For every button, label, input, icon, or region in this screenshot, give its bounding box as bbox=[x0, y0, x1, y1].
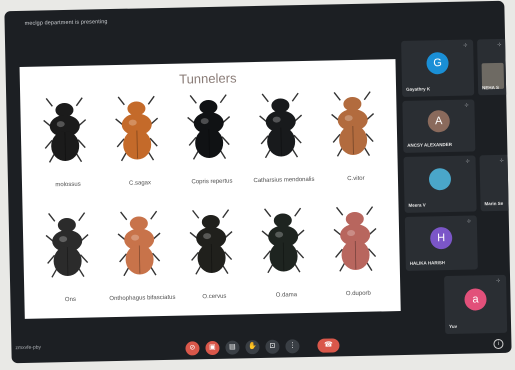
participant-avatar: a bbox=[464, 288, 487, 311]
video-call-window: meclgp department is presenting Tunneler… bbox=[4, 0, 512, 364]
top-bar: meclgp department is presenting bbox=[4, 1, 504, 37]
present-button[interactable]: ⊡ bbox=[265, 339, 280, 354]
beetle-name-label: molossus bbox=[55, 181, 81, 189]
slide-title: Tunnelers bbox=[178, 70, 237, 87]
beetle-image bbox=[333, 205, 378, 278]
beetle-name-label: C.sagax bbox=[128, 180, 152, 187]
beetle-image bbox=[258, 91, 303, 164]
beetle-name-label: C.vitor bbox=[347, 175, 365, 183]
beetle-grid: molossus C.sagax Copris repertus Catharsius… bbox=[20, 59, 396, 303]
more-options-button[interactable]: ⋮ bbox=[285, 339, 300, 354]
end-call-button[interactable]: ☎ bbox=[317, 338, 340, 353]
beetle-name-label: Catharsius mendonalis bbox=[253, 176, 315, 185]
participant-tiles: G Gayathry K ⊹ NEHA S ⊹ A ANCSY ALEXANDER ⊹ Meer… bbox=[401, 38, 511, 341]
participant-name: NEHA S bbox=[482, 84, 499, 91]
beetle-image bbox=[189, 208, 234, 281]
more-options-icon: ⋮ bbox=[288, 342, 297, 350]
pin-icon[interactable]: ⊹ bbox=[464, 103, 468, 109]
pin-icon[interactable]: ⊹ bbox=[467, 219, 471, 225]
beetle-name-label: O.duporb bbox=[345, 290, 371, 298]
beetle-image bbox=[45, 211, 90, 284]
participant-tile[interactable]: Marin Se ⊹ bbox=[479, 154, 511, 212]
beetle-name-label: Copris repertus bbox=[191, 178, 233, 186]
beetle-image bbox=[186, 93, 231, 166]
mic-off-button[interactable]: ⊘ bbox=[185, 341, 200, 356]
call-controls: ⊘ ▣ ▤ ✋ ⊡ ⋮ ☎ bbox=[11, 327, 511, 363]
meeting-code: zmxvfe-pby bbox=[15, 344, 42, 352]
camera-off-button[interactable]: ▣ bbox=[205, 340, 220, 356]
participant-tile[interactable]: H HALIKA HARISH ⊹ bbox=[404, 215, 478, 271]
beetle-image bbox=[330, 90, 375, 163]
participant-avatar: A bbox=[427, 109, 450, 133]
mic-off-icon: ⊘ bbox=[189, 344, 196, 352]
participant-tile[interactable]: G Gayathry K ⊹ bbox=[401, 39, 475, 97]
participant-tile[interactable]: NEHA S ⊹ bbox=[477, 38, 509, 96]
beetle-image bbox=[114, 94, 159, 167]
participant-avatar: H bbox=[429, 226, 453, 250]
participant-name: ANCSY ALEXANDER bbox=[407, 141, 453, 148]
participant-name: Gayathry K bbox=[406, 86, 431, 92]
pin-icon[interactable]: ⊹ bbox=[466, 159, 470, 165]
beetle-image bbox=[42, 96, 87, 169]
participant-name: Meera V bbox=[408, 202, 426, 208]
end-call-icon: ☎ bbox=[323, 341, 333, 349]
pin-icon[interactable]: ⊹ bbox=[496, 278, 500, 284]
beetle-name-label: Ons bbox=[64, 296, 76, 304]
pin-icon[interactable]: ⊹ bbox=[500, 158, 504, 164]
captions-button[interactable]: ▤ bbox=[225, 340, 240, 355]
participant-avatar bbox=[428, 167, 452, 191]
pin-icon[interactable]: ⊹ bbox=[463, 43, 467, 49]
participant-tile[interactable]: A ANCSY ALEXANDER ⊹ bbox=[402, 99, 476, 153]
participant-name: HALIKA HARISH bbox=[409, 260, 446, 266]
raise-hand-button[interactable]: ✋ bbox=[245, 340, 260, 355]
participant-avatar: G bbox=[426, 51, 449, 75]
present-icon: ⊡ bbox=[269, 342, 276, 350]
camera-off-icon: ▣ bbox=[209, 343, 216, 352]
participant-name: Marin Se bbox=[484, 200, 504, 207]
raise-hand-icon: ✋ bbox=[248, 343, 257, 351]
beetle-name-label: O.dama bbox=[275, 292, 298, 299]
shared-slide: Tunnelers molossus C.sagax Copris repertus… bbox=[19, 59, 401, 319]
beetle-image bbox=[261, 206, 306, 279]
beetle-name-label: O.cervus bbox=[202, 293, 227, 301]
participant-tile[interactable]: Meera V ⊹ bbox=[403, 155, 477, 213]
captions-icon: ▤ bbox=[229, 343, 236, 351]
participant-tile[interactable]: a Yuv ⊹ bbox=[444, 274, 508, 335]
beetle-image bbox=[117, 209, 162, 282]
pin-icon[interactable]: ⊹ bbox=[497, 42, 501, 48]
beetle-name-label: Onthophagus bifasciatus bbox=[109, 294, 176, 303]
presenting-label: meclgp department is presenting bbox=[24, 19, 108, 27]
